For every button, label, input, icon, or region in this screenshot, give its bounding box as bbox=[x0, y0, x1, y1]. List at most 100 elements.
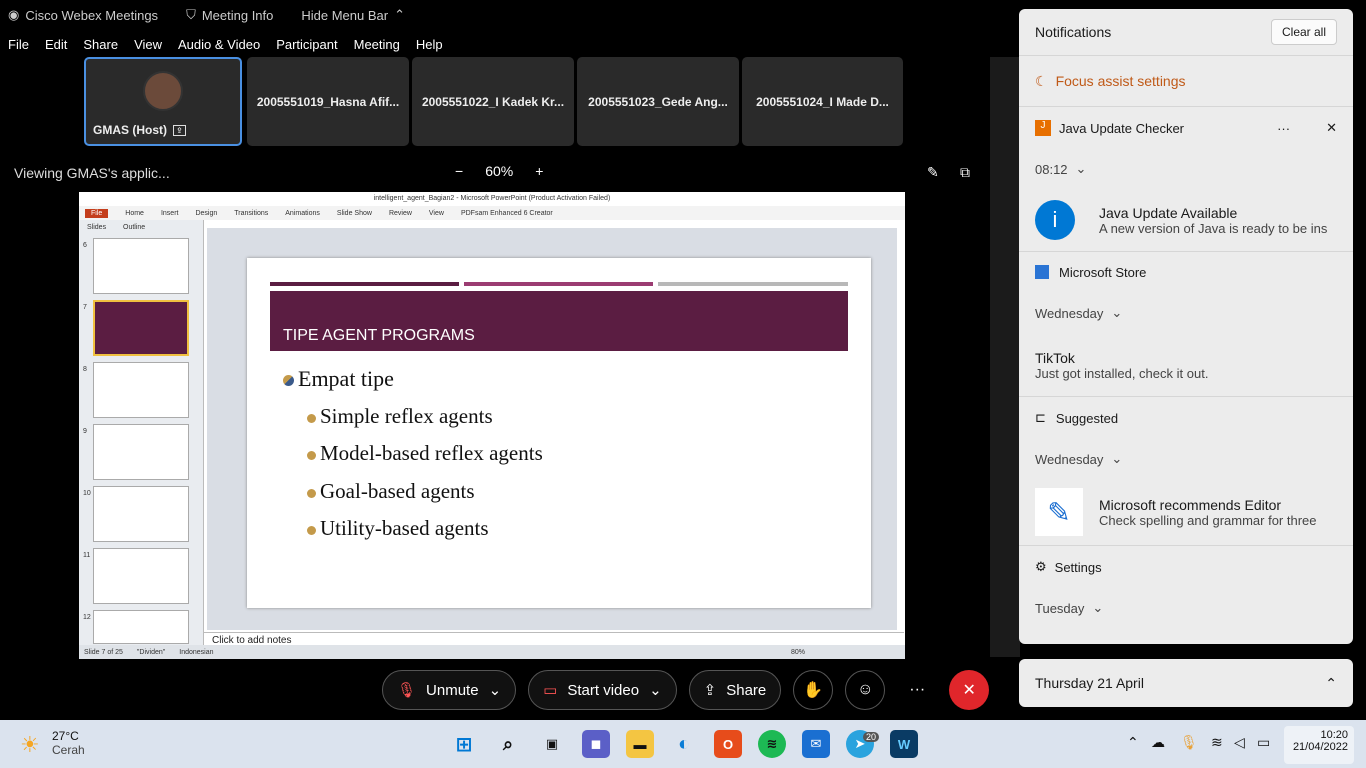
info-icon: i bbox=[1035, 200, 1075, 240]
participant-tile[interactable]: 2005551019_Hasna Afif... bbox=[247, 57, 409, 146]
store-notification[interactable]: TikTok Just got installed, check it out. bbox=[1019, 334, 1353, 396]
unmute-button[interactable]: 🎙 Unmute ⌄ bbox=[382, 670, 517, 710]
slide-thumbnail[interactable] bbox=[93, 362, 189, 418]
slides-pane: Slides Outline 6 7 8 9 10 11 12 bbox=[79, 220, 204, 650]
ppt-tab-review[interactable]: Review bbox=[389, 210, 412, 217]
tab-outline[interactable]: Outline bbox=[123, 224, 145, 231]
leave-button[interactable]: ✕ bbox=[949, 670, 990, 710]
chevron-down-icon[interactable]: ⌄ bbox=[489, 681, 502, 699]
participant-tile-host[interactable]: GMAS (Host) ⇪ bbox=[84, 57, 242, 146]
ppt-tab-pdfsam[interactable]: PDFsam Enhanced 6 Creator bbox=[461, 210, 553, 217]
more-options-icon[interactable]: ··· bbox=[1277, 121, 1290, 136]
gear-icon: ⚙ bbox=[1035, 559, 1047, 574]
chevron-down-icon[interactable]: ⌄ bbox=[649, 681, 662, 699]
start-video-button[interactable]: ▭ Start video ⌄ bbox=[528, 670, 677, 710]
edge-icon[interactable]: ◐ bbox=[670, 730, 698, 758]
background-panel bbox=[990, 57, 1020, 657]
slide-bar bbox=[464, 282, 653, 286]
tab-slides[interactable]: Slides bbox=[87, 224, 106, 231]
menu-edit[interactable]: Edit bbox=[45, 37, 67, 52]
status-theme: "Dividen" bbox=[136, 648, 166, 656]
notifications-title: Notifications bbox=[1035, 24, 1112, 40]
mail-icon[interactable]: ✉ bbox=[802, 730, 830, 758]
menu-audio-video[interactable]: Audio & Video bbox=[178, 37, 260, 52]
reactions-button[interactable]: ☺ bbox=[845, 670, 886, 710]
menu-help[interactable]: Help bbox=[416, 37, 443, 52]
slide-thumbnail[interactable] bbox=[93, 610, 189, 644]
bullet-icon bbox=[283, 375, 294, 386]
spotify-icon[interactable]: ≋ bbox=[758, 730, 786, 758]
menu-share[interactable]: Share bbox=[83, 37, 118, 52]
zoom-control: − 60% + bbox=[455, 163, 543, 179]
ppt-tab-slideshow[interactable]: Slide Show bbox=[337, 210, 372, 217]
ppt-tab-view[interactable]: View bbox=[429, 210, 444, 217]
battery-icon[interactable]: ▭ bbox=[1257, 734, 1270, 751]
chevron-down-icon[interactable]: ⌄ bbox=[1111, 305, 1122, 321]
slide-sub-bullet: Model-based reflex agents bbox=[307, 441, 543, 466]
share-button[interactable]: ⇪ Share bbox=[688, 670, 782, 710]
menu-meeting[interactable]: Meeting bbox=[354, 37, 400, 52]
menu-view[interactable]: View bbox=[134, 37, 162, 52]
close-icon[interactable]: ✕ bbox=[1326, 120, 1337, 136]
annotate-icon[interactable]: ✎ bbox=[927, 164, 939, 181]
mic-icon[interactable]: 🎙 bbox=[1180, 734, 1198, 751]
more-button[interactable]: ··· bbox=[897, 670, 937, 710]
cloud-icon[interactable]: ☁ bbox=[1151, 734, 1165, 751]
slide-thumbnail[interactable] bbox=[93, 548, 189, 604]
viewing-label: Viewing GMAS's applic... bbox=[14, 165, 170, 181]
meeting-info-button[interactable]: ⛉ Meeting Info bbox=[186, 7, 273, 23]
zoom-out-button[interactable]: − bbox=[455, 163, 463, 179]
ppt-tab-file[interactable]: File bbox=[85, 208, 109, 218]
view-options-icon[interactable]: ⧉ bbox=[960, 164, 970, 181]
shared-powerpoint: intelligent_agent_Bagian2 - Microsoft Po… bbox=[79, 192, 905, 659]
participant-tile[interactable]: 2005551024_I Made D... bbox=[742, 57, 903, 146]
ppt-ribbon: File Home Insert Design Transitions Anim… bbox=[79, 206, 905, 220]
webex-app-title: ◉ Cisco Webex Meetings bbox=[8, 7, 159, 23]
more-icon: ··· bbox=[909, 681, 926, 698]
slide-thumbnail-selected[interactable] bbox=[93, 300, 189, 356]
chevron-up-icon[interactable]: ⌃ bbox=[1127, 734, 1139, 751]
participant-tile[interactable]: 2005551023_Gede Ang... bbox=[577, 57, 739, 146]
menu-participant[interactable]: Participant bbox=[276, 37, 337, 52]
menu-file[interactable]: File bbox=[8, 37, 29, 52]
speaker-icon[interactable]: ◁ bbox=[1234, 734, 1245, 751]
ppt-tab-animations[interactable]: Animations bbox=[285, 210, 320, 217]
ppt-tab-design[interactable]: Design bbox=[195, 210, 217, 217]
chat-icon[interactable]: ◼ bbox=[582, 730, 610, 758]
telegram-badge: 20 bbox=[863, 732, 880, 742]
slide-thumbnail[interactable] bbox=[93, 238, 189, 294]
participant-tile[interactable]: 2005551022_I Kadek Kr... bbox=[412, 57, 574, 146]
focus-assist-link[interactable]: ☾ Focus assist settings bbox=[1019, 56, 1353, 106]
weather-widget[interactable]: 27°C Cerah bbox=[52, 729, 85, 757]
chevron-down-icon[interactable]: ⌄ bbox=[1076, 161, 1087, 177]
ppt-tab-transitions[interactable]: Transitions bbox=[234, 210, 268, 217]
zoom-in-button[interactable]: + bbox=[535, 163, 543, 179]
office-icon[interactable]: O bbox=[714, 730, 742, 758]
java-icon: J bbox=[1035, 120, 1051, 136]
slide[interactable]: TIPE AGENT PROGRAMS Empat tipe Simple re… bbox=[247, 258, 871, 608]
slide-sub-bullet: Simple reflex agents bbox=[307, 404, 493, 429]
slide-thumbnail[interactable] bbox=[93, 486, 189, 542]
task-view-icon[interactable]: ▣ bbox=[538, 730, 566, 758]
java-notification[interactable]: i Java Update Available A new version of J… bbox=[1019, 189, 1353, 251]
calendar-flyout[interactable]: Thursday 21 April ⌃ bbox=[1019, 659, 1353, 707]
suggested-notification[interactable]: ✎ Microsoft recommends Editor Check spelli… bbox=[1019, 479, 1353, 545]
ppt-tab-home[interactable]: Home bbox=[125, 210, 144, 217]
weather-icon: ☀ bbox=[20, 732, 40, 757]
search-icon[interactable]: ⌕ bbox=[494, 730, 522, 758]
hide-menu-button[interactable]: Hide Menu Bar ⌃ bbox=[301, 7, 405, 23]
clear-all-button[interactable]: Clear all bbox=[1270, 19, 1337, 45]
slide-heading: TIPE AGENT PROGRAMS bbox=[270, 291, 848, 351]
chevron-down-icon[interactable]: ⌄ bbox=[1092, 600, 1103, 616]
file-explorer-icon[interactable]: ▬ bbox=[626, 730, 654, 758]
chevron-up-icon[interactable]: ⌃ bbox=[1325, 675, 1337, 692]
wifi-icon[interactable]: ≋ bbox=[1211, 734, 1223, 751]
ppt-tab-insert[interactable]: Insert bbox=[161, 210, 179, 217]
slide-thumbnail[interactable] bbox=[93, 424, 189, 480]
clock[interactable]: 10:20 21/04/2022 bbox=[1284, 726, 1354, 764]
chevron-down-icon[interactable]: ⌄ bbox=[1111, 451, 1122, 467]
raise-hand-button[interactable]: ✋ bbox=[793, 670, 834, 710]
webex-icon[interactable]: W bbox=[890, 730, 918, 758]
ppt-title: intelligent_agent_Bagian2 - Microsoft Po… bbox=[79, 192, 905, 206]
windows-start-icon[interactable]: ⊞ bbox=[450, 730, 478, 758]
